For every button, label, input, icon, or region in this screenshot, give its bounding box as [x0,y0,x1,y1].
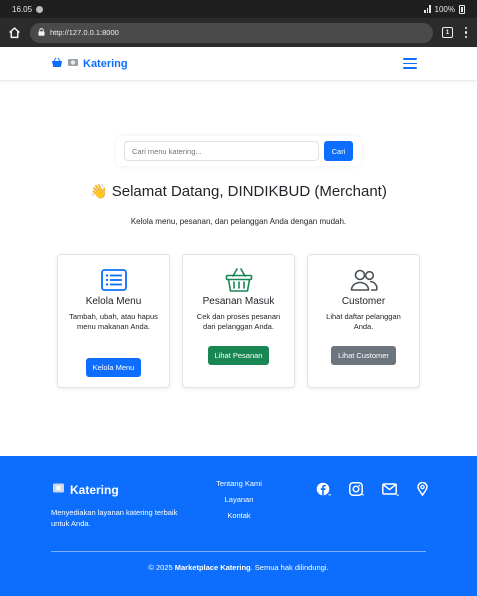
browser-menu-icon[interactable] [461,26,471,39]
plate-icon [52,482,65,497]
footer-link-layanan[interactable]: Layanan [225,495,254,504]
card-text: Cek dan proses pesanan dari pelanggan An… [196,312,281,332]
footer-links: Tentang Kami Layanan Kontak [200,479,278,520]
notification-icon [36,5,44,13]
card-kelola-menu: Kelola Menu Tambah, ubah, atau hapus men… [57,254,170,388]
address-bar[interactable]: http://127.0.0.1:8000 [30,22,433,43]
facebook-icon[interactable] [316,482,331,501]
footer-link-tentang-kami[interactable]: Tentang Kami [216,479,262,488]
copyright-text: . Semua hak dilindungi. [250,563,329,572]
waving-hand-icon: 👋 [90,183,108,199]
signal-icon [424,5,431,13]
copyright-year: © 2025 [148,563,173,572]
card-title: Kelola Menu [85,296,142,307]
navbar-brand[interactable]: Katering [51,57,128,71]
battery-icon [459,4,465,14]
site-footer: Katering Menyediakan layanan katering te… [0,456,477,596]
location-icon[interactable] [417,481,428,501]
email-icon[interactable] [382,482,399,501]
basket-icon [51,57,63,71]
footer-social-icons [316,481,428,501]
people-icon [350,267,378,293]
footer-link-kontak[interactable]: Kontak [227,511,250,520]
tab-switcher-button[interactable]: 1 [442,27,453,38]
footer-brand: Katering [52,482,119,497]
card-customer: Customer Lihat daftar pelanggan Anda. Li… [307,254,420,388]
page-title: 👋 Selamat Datang, DINDIKBUD (Merchant) [0,183,477,200]
site-navbar: Katering [0,47,477,81]
footer-description: Menyediakan layanan katering terbaik unt… [51,508,178,529]
card-title: Customer [341,296,386,307]
url-text: http://127.0.0.1:8000 [50,28,119,37]
instagram-icon[interactable] [349,482,364,501]
hamburger-menu-icon[interactable] [403,58,417,69]
home-icon[interactable] [6,25,22,41]
lock-icon [38,27,45,38]
footer-divider [51,551,426,552]
card-text: Lihat daftar pelanggan Anda. [326,312,401,332]
search-button[interactable]: Cari [324,141,353,161]
footer-copyright: © 2025 Marketplace Katering. Semua hak d… [0,563,477,572]
brand-name: Katering [83,57,128,70]
browser-toolbar: http://127.0.0.1:8000 1 [0,18,477,47]
copyright-brand: Marketplace Katering [174,563,251,572]
plate-icon [67,57,79,71]
list-icon [100,267,128,293]
card-pesanan-masuk: Pesanan Masuk Cek dan proses pesanan dar… [182,254,295,388]
card-title: Pesanan Masuk [202,296,275,307]
footer-brand-name: Katering [70,482,119,497]
lihat-pesanan-button[interactable]: Lihat Pesanan [207,346,270,365]
kelola-menu-button[interactable]: Kelola Menu [85,358,142,377]
welcome-subtitle: Kelola menu, pesanan, dan pelanggan Anda… [130,217,347,226]
search-input[interactable] [124,141,319,161]
card-text: Tambah, ubah, atau hapus menu makanan An… [69,312,158,332]
search-form: Cari [116,136,361,166]
status-bar: 16.05 100% [0,0,477,18]
welcome-title: Selamat Datang, DINDIKBUD (Merchant) [111,183,387,200]
status-time: 16.05 [12,4,33,14]
basket-icon [225,267,253,293]
lihat-customer-button[interactable]: Lihat Customer [331,346,396,365]
battery-level: 100% [434,4,455,14]
